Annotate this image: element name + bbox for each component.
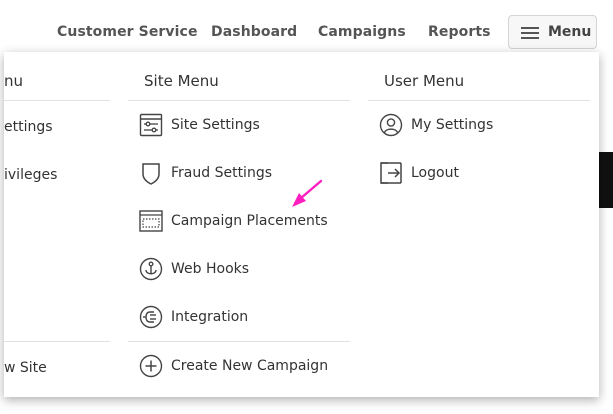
divider	[4, 100, 110, 101]
nav-link-reports[interactable]: Reports	[428, 24, 491, 40]
user-circle-icon	[379, 113, 403, 137]
divider	[128, 100, 350, 101]
left-menu-item-label: ettings	[4, 119, 53, 135]
site-menu-item-site-settings[interactable]: Site Settings	[139, 113, 349, 141]
webhooks-icon	[139, 257, 163, 281]
background-page-fragment	[598, 152, 613, 208]
user-menu-item-my-settings[interactable]: My Settings	[379, 113, 589, 141]
logout-icon	[380, 162, 402, 184]
create-new-campaign-label: Create New Campaign	[171, 358, 329, 374]
site-menu-item-integration[interactable]: Integration	[139, 305, 349, 333]
site-menu-heading: Site Menu	[144, 72, 219, 90]
nav-link-campaigns[interactable]: Campaigns	[318, 24, 406, 40]
nav-link-customer-service[interactable]: Customer Service	[57, 24, 198, 40]
site-menu-item-label: Fraud Settings	[171, 165, 273, 181]
create-new-campaign-link[interactable]: Create New Campaign	[139, 354, 349, 382]
plug-icon	[139, 305, 163, 329]
mega-menu-panel: nu ettings ivileges w Site Site Menu Sit…	[4, 52, 599, 397]
left-menu-item-privileges[interactable]: ivileges	[4, 163, 112, 191]
annotation-arrow-icon	[292, 179, 323, 207]
divider	[4, 341, 110, 342]
site-menu-item-web-hooks[interactable]: Web Hooks	[139, 257, 349, 285]
site-menu-item-label: Web Hooks	[171, 261, 250, 277]
site-menu-item-label: Site Settings	[171, 117, 260, 133]
divider	[128, 341, 350, 342]
divider	[368, 100, 590, 101]
left-menu-item-label: ivileges	[4, 167, 58, 183]
site-settings-icon	[139, 113, 163, 137]
hamburger-icon	[521, 27, 539, 39]
menu-button[interactable]: Menu	[508, 15, 597, 49]
nav-link-dashboard[interactable]: Dashboard	[211, 24, 297, 40]
site-menu-item-label: Campaign Placements	[171, 213, 328, 229]
user-menu-item-label: My Settings	[411, 117, 494, 133]
site-menu-column: Site Menu Site Settings Fraud Settings C…	[128, 52, 350, 397]
plus-circle-icon	[139, 354, 163, 378]
left-menu-item-settings[interactable]: ettings	[4, 115, 112, 143]
left-menu-heading: nu	[4, 72, 24, 90]
menu-button-label: Menu	[548, 24, 592, 40]
user-menu-item-logout[interactable]: Logout	[379, 161, 589, 189]
left-menu-item-label: w Site	[4, 360, 47, 376]
user-menu-heading: User Menu	[384, 72, 465, 90]
left-menu-item-new-site[interactable]: w Site	[4, 356, 112, 384]
placements-icon	[139, 210, 163, 232]
left-menu-column: nu ettings ivileges w Site	[4, 52, 114, 397]
site-menu-item-label: Integration	[171, 309, 249, 325]
user-menu-column: User Menu My Settings Logout	[368, 52, 590, 397]
user-menu-item-label: Logout	[411, 165, 459, 181]
shield-icon	[142, 163, 160, 185]
